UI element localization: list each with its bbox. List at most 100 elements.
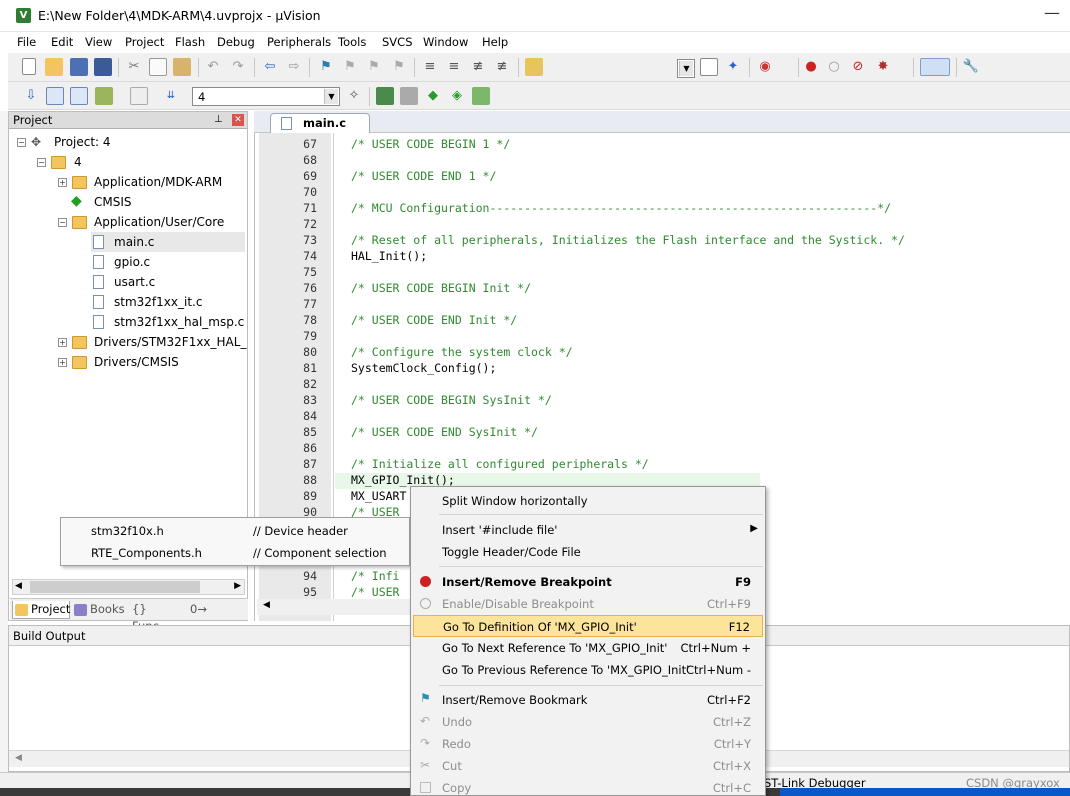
find-icon[interactable]	[700, 58, 718, 76]
unindent-icon[interactable]: ≡	[445, 58, 463, 76]
tree-project-root[interactable]: − ✥ Project: 4	[9, 132, 247, 152]
redo-icon[interactable]: ↷	[229, 58, 247, 76]
save-all-icon[interactable]	[94, 58, 112, 76]
menu-flash[interactable]: Flash	[175, 35, 205, 49]
menu-project[interactable]: Project	[125, 35, 164, 49]
menu-insert-include[interactable]: Insert '#include file' ▶	[413, 519, 763, 541]
collapse-icon[interactable]: −	[58, 218, 67, 227]
clear-bookmarks-icon[interactable]: ⚑	[390, 58, 408, 76]
menu-insert-breakpoint[interactable]: Insert/Remove Breakpoint F9	[413, 571, 763, 593]
tree-file-msp[interactable]: stm32f1xx_hal_msp.c	[91, 312, 245, 332]
project-horizontal-scrollbar[interactable]: ◀ ▶	[12, 579, 245, 595]
tree-file-gpio[interactable]: gpio.c	[91, 252, 245, 272]
tree-target[interactable]: − 4	[9, 152, 247, 172]
scroll-left-icon[interactable]: ◀	[263, 600, 270, 610]
menu-cut[interactable]: ✂ Cut Ctrl+X	[413, 755, 763, 777]
menu-previous-reference[interactable]: Go To Previous Reference To 'MX_GPIO_Ini…	[413, 659, 763, 681]
pack-installer-icon[interactable]: ◈	[448, 87, 466, 105]
scroll-left-icon[interactable]: ◀	[15, 581, 22, 591]
disable-all-breakpoints-icon[interactable]: ⊘	[849, 58, 867, 76]
cut-icon[interactable]: ✂	[125, 58, 143, 76]
menu-window[interactable]: Window	[423, 35, 468, 49]
menu-copy[interactable]: Copy Ctrl+C	[413, 777, 763, 795]
menu-view[interactable]: View	[85, 35, 112, 49]
tree-file-it[interactable]: stm32f1xx_it.c	[91, 292, 245, 312]
configure-icon[interactable]: 🔧	[962, 58, 980, 76]
batch-build-icon[interactable]	[95, 87, 113, 105]
tree-group-drivers-cmsis[interactable]: + Drivers/CMSIS	[9, 352, 247, 372]
tab-templates[interactable]: 0→ Temp...	[186, 601, 246, 619]
event-recorder-icon[interactable]	[472, 87, 490, 105]
tab-books[interactable]: Books	[72, 601, 132, 619]
include-option[interactable]: stm32f10x.h // Device header	[61, 521, 409, 541]
tab-functions[interactable]: {} Func...	[128, 601, 186, 633]
menu-edit[interactable]: Edit	[51, 35, 73, 49]
open-folder-icon[interactable]	[45, 58, 63, 76]
find-in-files-icon[interactable]	[525, 58, 543, 76]
select-packs-icon[interactable]	[400, 87, 418, 105]
expand-icon[interactable]: +	[58, 178, 67, 187]
comment-icon[interactable]: ≢	[469, 58, 487, 76]
menu-peripherals[interactable]: Peripherals	[267, 35, 331, 49]
save-icon[interactable]	[70, 58, 88, 76]
include-option[interactable]: RTE_Components.h // Component selection	[61, 543, 409, 563]
scroll-thumb[interactable]	[30, 581, 200, 593]
menu-enable-breakpoint[interactable]: Enable/Disable Breakpoint Ctrl+F9	[413, 593, 763, 615]
editor-horizontal-scrollbar[interactable]: ◀	[257, 599, 413, 615]
stop-build-icon[interactable]	[130, 87, 148, 105]
menu-undo[interactable]: ↶ Undo Ctrl+Z	[413, 711, 763, 733]
disable-breakpoint-icon[interactable]: ○	[825, 58, 843, 76]
debug-session-icon[interactable]: ◉	[756, 58, 774, 76]
undo-icon[interactable]: ↶	[204, 58, 222, 76]
tree-cmsis[interactable]: ◆ CMSIS	[9, 192, 247, 212]
menu-bookmark[interactable]: ⚑ Insert/Remove Bookmark Ctrl+F2	[413, 689, 763, 711]
rebuild-icon[interactable]	[70, 87, 88, 105]
menu-go-to-definition[interactable]: Go To Definition Of 'MX_GPIO_Init' F12	[413, 615, 763, 637]
tree-file-main[interactable]: main.c	[91, 232, 245, 252]
kill-breakpoints-icon[interactable]: ✸	[874, 58, 892, 76]
navigate-back-icon[interactable]: ⇦	[261, 58, 279, 76]
menu-toggle-header[interactable]: Toggle Header/Code File	[413, 541, 763, 563]
close-icon[interactable]: ✕	[232, 114, 244, 126]
incremental-find-icon[interactable]: ✦	[724, 58, 742, 76]
menu-tools[interactable]: Tools	[338, 35, 366, 49]
menu-next-reference[interactable]: Go To Next Reference To 'MX_GPIO_Init' C…	[413, 637, 763, 659]
menu-redo[interactable]: ↷ Redo Ctrl+Y	[413, 733, 763, 755]
navigate-forward-icon[interactable]: ⇨	[285, 58, 303, 76]
menu-debug[interactable]: Debug	[217, 35, 255, 49]
indent-icon[interactable]: ≡	[421, 58, 439, 76]
tab-main-c[interactable]: main.c	[270, 113, 370, 133]
download-icon[interactable]: ⇊	[162, 87, 180, 105]
copy-icon[interactable]	[149, 58, 167, 76]
tree-file-usart[interactable]: usart.c	[91, 272, 245, 292]
tree-group-drivers-hal[interactable]: + Drivers/STM32F1xx_HAL_Driv	[9, 332, 247, 352]
options-for-target-icon[interactable]: ✧	[345, 87, 363, 105]
expand-icon[interactable]: +	[58, 358, 67, 367]
scroll-left-icon[interactable]: ◀	[15, 753, 22, 763]
find-combo[interactable]: ▼	[677, 59, 695, 78]
build-icon[interactable]	[46, 87, 64, 105]
minimize-button[interactable]: —	[1040, 2, 1064, 28]
tree-group-app-mdk[interactable]: + Application/MDK-ARM	[9, 172, 247, 192]
tree-group-app-user[interactable]: − Application/User/Core	[9, 212, 247, 232]
target-select[interactable]: 4 ▼	[192, 87, 340, 106]
breakpoint-icon[interactable]: ●	[802, 58, 820, 76]
next-bookmark-icon[interactable]: ⚑	[365, 58, 383, 76]
tab-project[interactable]: Project	[12, 601, 70, 619]
prev-bookmark-icon[interactable]: ⚑	[341, 58, 359, 76]
menu-help[interactable]: Help	[482, 35, 508, 49]
collapse-icon[interactable]: −	[17, 138, 26, 147]
manage-rte-icon[interactable]: ◆	[424, 87, 442, 105]
paste-icon[interactable]	[173, 58, 191, 76]
new-file-icon[interactable]	[22, 58, 36, 75]
uncomment-icon[interactable]: ≢	[493, 58, 511, 76]
menu-split-window[interactable]: Split Window horizontally	[413, 490, 763, 512]
translate-icon[interactable]: ⇩	[22, 87, 40, 105]
menu-svcs[interactable]: SVCS	[382, 35, 413, 49]
scroll-right-icon[interactable]: ▶	[234, 581, 241, 591]
expand-icon[interactable]: +	[58, 338, 67, 347]
bookmark-icon[interactable]: ⚑	[317, 58, 335, 76]
window-layout-icon[interactable]	[920, 58, 950, 76]
menu-file[interactable]: File	[17, 35, 36, 49]
manage-project-items-icon[interactable]	[376, 87, 394, 105]
